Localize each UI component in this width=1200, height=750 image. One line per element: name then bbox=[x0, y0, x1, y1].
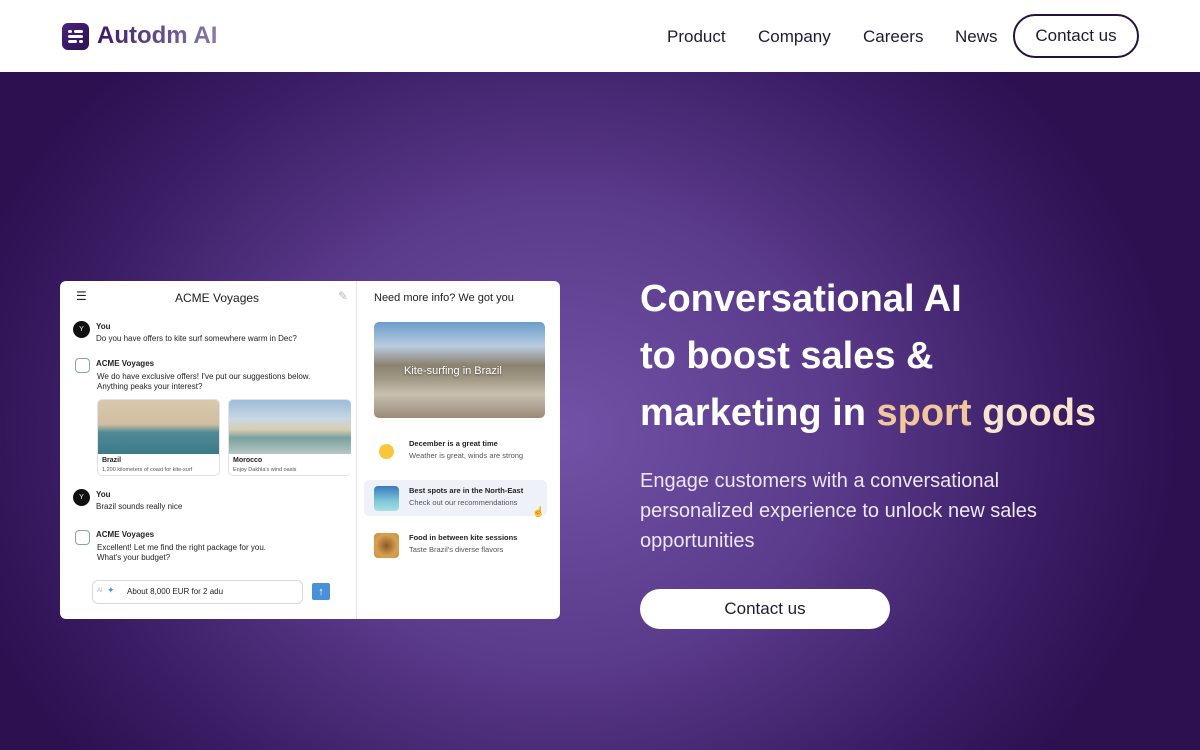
logo-text: Autodm AI bbox=[97, 22, 218, 49]
bot-icon bbox=[75, 530, 90, 545]
chat-input[interactable]: AI ✦ About 8,000 EUR for 2 adu bbox=[92, 580, 303, 604]
arrow-up-icon: ↑ bbox=[318, 585, 324, 598]
item-subtitle: Taste Brazil's diverse flavors bbox=[409, 545, 504, 554]
banner-title: Kite-surfing in Brazil bbox=[404, 365, 502, 377]
info-title: Need more info? We got you bbox=[374, 292, 514, 304]
send-button[interactable]: ↑ bbox=[312, 583, 330, 600]
beach-thumbnail bbox=[374, 486, 399, 511]
item-subtitle: Weather is great, winds are strong bbox=[409, 451, 524, 460]
hero-contact-button[interactable]: Contact us bbox=[640, 589, 890, 629]
offer-title: Brazil bbox=[102, 457, 122, 464]
nav-news[interactable]: News bbox=[955, 27, 998, 47]
hero-paragraph: Engage customers with a conversational bbox=[640, 470, 1000, 492]
food-thumbnail bbox=[374, 533, 399, 558]
hero-paragraph: opportunities bbox=[640, 530, 755, 552]
highlight-sport: sport bbox=[876, 392, 972, 434]
chat-title: ACME Voyages bbox=[175, 291, 260, 305]
message-text: What's your budget? bbox=[97, 553, 171, 562]
edit-icon[interactable]: ✎ bbox=[338, 289, 348, 303]
offer-subtitle: Enjoy Dakhla's wind oasis bbox=[233, 467, 297, 473]
message-text: Brazil sounds really nice bbox=[96, 502, 183, 511]
logo-icon bbox=[62, 22, 89, 50]
logo[interactable]: Autodm AI bbox=[62, 22, 217, 50]
item-title: Best spots are in the North-East bbox=[409, 486, 524, 495]
sender-name: You bbox=[96, 322, 111, 331]
offer-title: Morocco bbox=[233, 457, 263, 464]
info-panel: Need more info? We got you Kite-surfing … bbox=[358, 281, 560, 619]
offer-card-brazil[interactable]: Brazil 1,200 kilometers of coast for kit… bbox=[97, 399, 220, 476]
ai-label: AI bbox=[97, 588, 103, 594]
header: Autodm AI Product Company Careers News C… bbox=[0, 0, 1200, 72]
nav-careers[interactable]: Careers bbox=[863, 27, 923, 47]
bot-icon bbox=[75, 358, 90, 373]
offer-card-morocco[interactable]: Morocco Enjoy Dakhla's wind oasis bbox=[228, 399, 351, 476]
sun-icon bbox=[374, 439, 399, 464]
message-text: Excellent! Let me find the right package… bbox=[97, 543, 266, 552]
avatar: Y bbox=[73, 489, 90, 506]
offer-subtitle: 1,200 kilometers of coast for kite-surf bbox=[102, 467, 193, 473]
chat-input-value: About 8,000 EUR for 2 adu bbox=[127, 587, 224, 596]
demo-card: ☰ ACME Voyages ✎ Y You Do you have offer… bbox=[60, 281, 560, 619]
contact-us-button[interactable]: Contact us bbox=[1013, 14, 1139, 58]
highlight-goods: goods bbox=[982, 392, 1097, 434]
message-text: Do you have offers to kite surf somewher… bbox=[96, 334, 297, 343]
nav-product[interactable]: Product bbox=[667, 27, 726, 47]
headline-text: marketing in bbox=[640, 392, 877, 434]
headline-line-2: to boost sales & bbox=[640, 335, 934, 377]
sender-name: ACME Voyages bbox=[96, 359, 155, 368]
headline-line-1: Conversational AI bbox=[640, 278, 962, 320]
info-item[interactable]: Food in between kite sessions Taste Braz… bbox=[364, 527, 547, 563]
message-text: Anything peaks your interest? bbox=[97, 382, 203, 391]
avatar: Y bbox=[73, 321, 90, 338]
nav-company[interactable]: Company bbox=[758, 27, 831, 47]
item-subtitle: Check out our recommendations bbox=[409, 498, 518, 507]
info-item[interactable]: December is a great time Weather is grea… bbox=[364, 433, 547, 469]
brazil-banner[interactable]: Kite-surfing in Brazil bbox=[374, 322, 545, 418]
menu-icon[interactable]: ☰ bbox=[76, 289, 87, 303]
info-item[interactable]: Best spots are in the North-East Check o… bbox=[364, 480, 547, 518]
headline-line-3: marketing in sport goods bbox=[640, 392, 1096, 435]
chat-panel: ☰ ACME Voyages ✎ Y You Do you have offer… bbox=[60, 281, 357, 619]
item-title: December is a great time bbox=[409, 439, 498, 448]
brazil-image bbox=[98, 400, 219, 454]
morocco-image bbox=[229, 400, 351, 454]
item-title: Food in between kite sessions bbox=[409, 533, 518, 542]
message-text: We do have exclusive offers! I've put ou… bbox=[97, 372, 311, 381]
sender-name: ACME Voyages bbox=[96, 530, 155, 539]
hand-cursor-icon: ☝ bbox=[532, 507, 545, 518]
hero-paragraph: personalized experience to unlock new sa… bbox=[640, 500, 1037, 522]
sender-name: You bbox=[96, 490, 111, 499]
sparkle-icon: ✦ bbox=[107, 585, 115, 595]
